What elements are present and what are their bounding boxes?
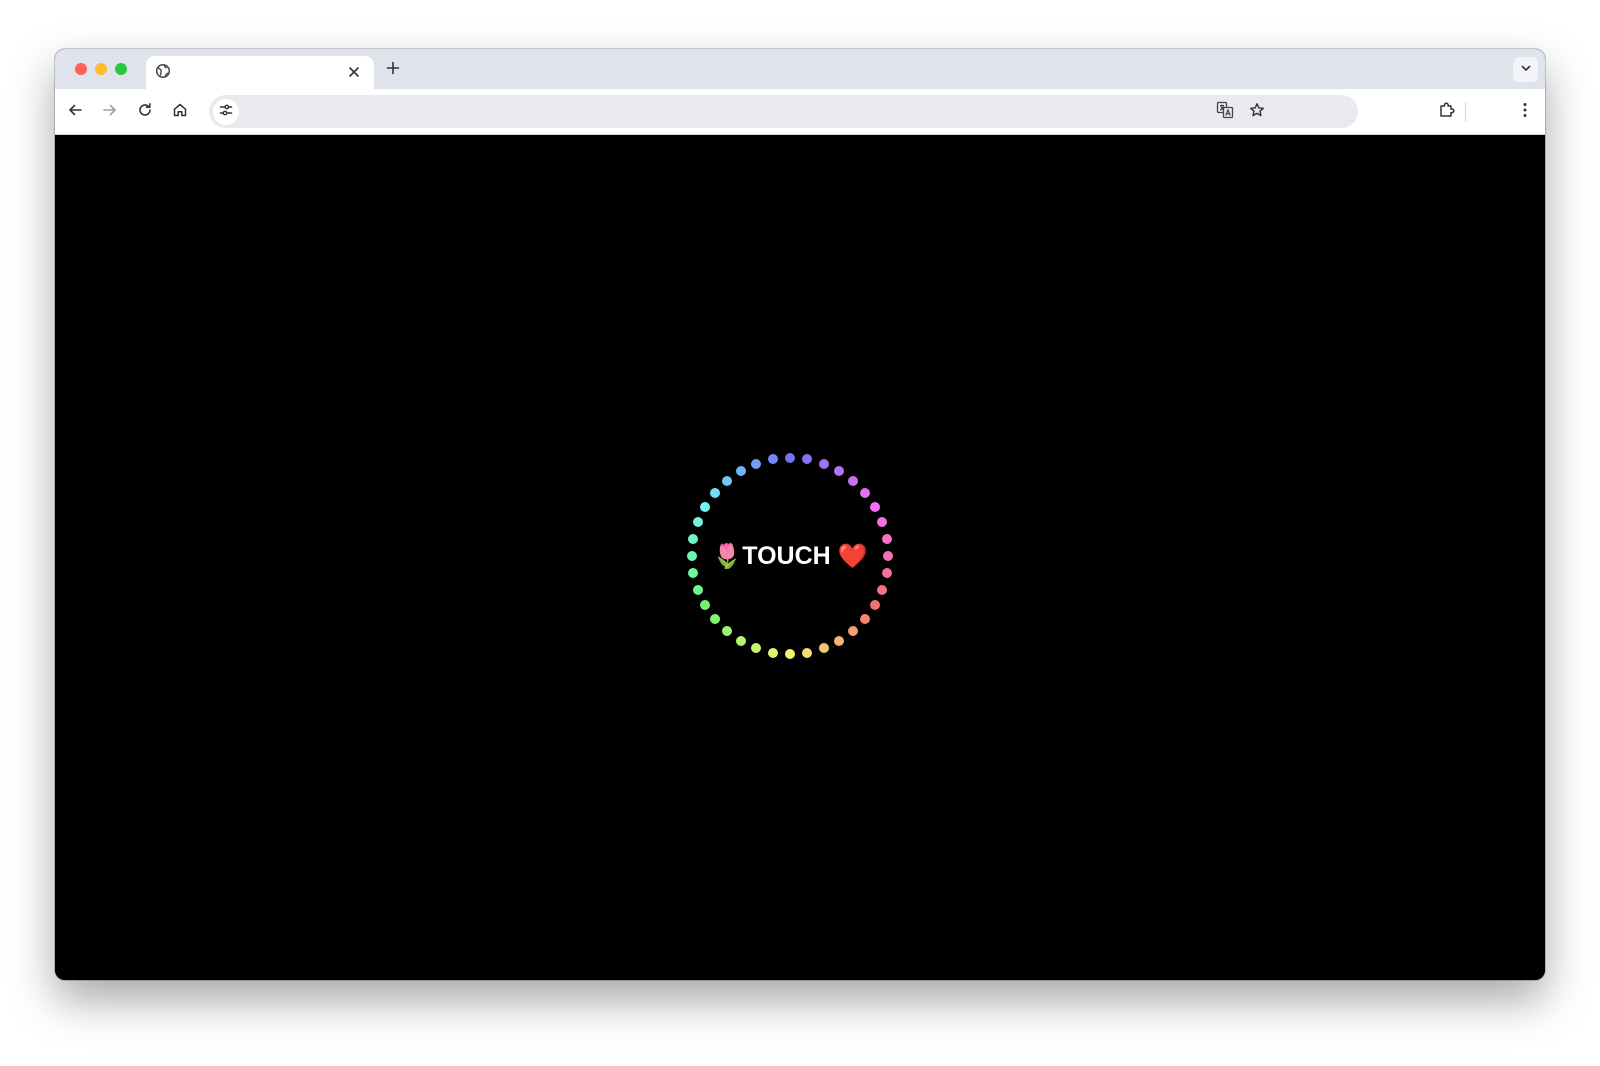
toolbar-divider <box>1465 102 1466 122</box>
window-close-button[interactable] <box>75 63 87 75</box>
globe-icon <box>155 63 171 79</box>
tab-search-button[interactable] <box>1513 57 1538 82</box>
home-button[interactable] <box>168 100 192 124</box>
kebab-menu-icon <box>1522 102 1528 123</box>
browser-menu-button[interactable] <box>1513 100 1537 124</box>
tab-strip <box>55 49 1545 89</box>
touch-ring[interactable]: 🌷 TOUCH ❤️ <box>680 446 900 666</box>
browser-window: 🌷 TOUCH ❤️ <box>55 49 1545 980</box>
reload-button[interactable] <box>133 100 157 124</box>
browser-toolbar <box>55 89 1545 135</box>
tulip-icon: 🌷 <box>712 542 743 570</box>
touch-label: TOUCH <box>742 541 831 570</box>
close-icon[interactable] <box>346 64 362 80</box>
translate-button[interactable] <box>1213 100 1237 124</box>
plus-icon <box>386 61 400 80</box>
touch-button[interactable]: 🌷 TOUCH ❤️ <box>680 446 900 666</box>
arrow-left-icon <box>67 102 83 123</box>
translate-icon <box>1216 101 1234 124</box>
url-input[interactable] <box>249 95 1209 128</box>
window-minimize-button[interactable] <box>95 63 107 75</box>
home-icon <box>172 102 188 123</box>
tune-icon <box>219 103 233 122</box>
back-button[interactable] <box>63 100 87 124</box>
bookmark-button[interactable] <box>1245 100 1269 124</box>
window-maximize-button[interactable] <box>115 63 127 75</box>
new-tab-button[interactable] <box>382 59 404 81</box>
puzzle-icon <box>1438 101 1456 124</box>
forward-button[interactable] <box>98 100 122 124</box>
site-info-button[interactable] <box>213 99 239 125</box>
address-bar[interactable] <box>209 95 1358 128</box>
heart-icon: ❤️ <box>837 542 868 570</box>
star-icon <box>1249 102 1265 123</box>
page-content: 🌷 TOUCH ❤️ <box>55 135 1545 980</box>
reload-icon <box>137 102 153 123</box>
chevron-down-icon <box>1520 61 1532 79</box>
extensions-button[interactable] <box>1435 100 1459 124</box>
arrow-right-icon <box>102 102 118 123</box>
browser-tab[interactable] <box>146 56 374 89</box>
